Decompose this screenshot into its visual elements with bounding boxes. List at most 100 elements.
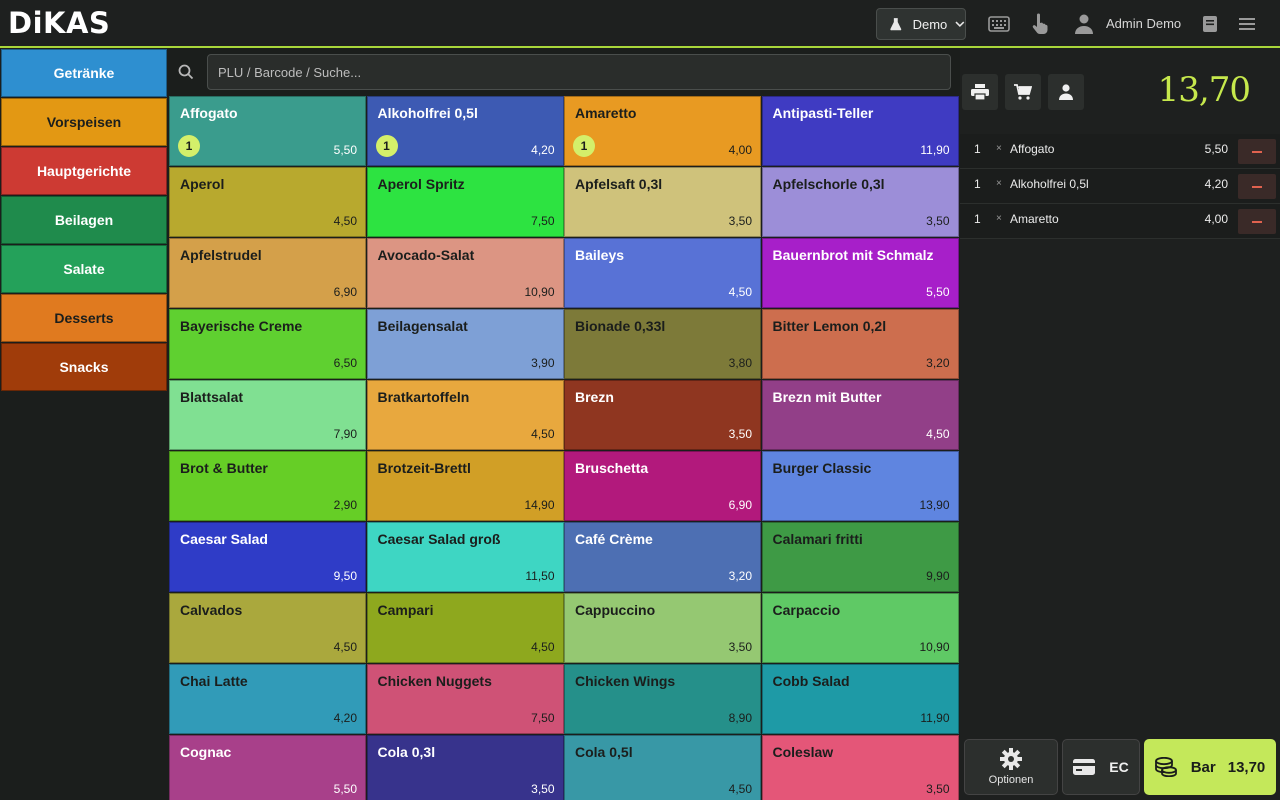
- product-tile[interactable]: Amaretto 4,00 1: [564, 96, 761, 166]
- product-tile[interactable]: Cola 0,5l 4,50: [564, 735, 761, 800]
- coins-icon: [1154, 757, 1177, 777]
- product-tile[interactable]: Bitter Lemon 0,2l 3,20: [761, 309, 959, 379]
- product-name: Avocado-Salat: [377, 247, 475, 263]
- product-tile[interactable]: Chicken Wings 8,90: [564, 664, 761, 734]
- ec-payment-button[interactable]: EC: [1062, 739, 1140, 795]
- customer-button[interactable]: [1048, 74, 1084, 110]
- item-price: 4,20: [1204, 177, 1228, 191]
- product-name: Bruschetta: [575, 460, 649, 476]
- product-tile[interactable]: Apfelschorle 0,3l 3,50: [761, 167, 959, 237]
- product-tile[interactable]: Calvados 4,50: [169, 593, 366, 663]
- product-tile[interactable]: Coleslaw 3,50: [761, 735, 959, 800]
- product-price: 13,90: [919, 498, 950, 512]
- product-tile[interactable]: Bratkartoffeln 4,50: [366, 380, 564, 450]
- order-item[interactable]: 1 × Affogato 5,50: [960, 134, 1280, 169]
- remove-item-button[interactable]: [1238, 209, 1276, 234]
- category-hauptgerichte[interactable]: Hauptgerichte: [1, 147, 167, 195]
- product-price: 3,50: [728, 214, 752, 228]
- product-tile[interactable]: Affogato 5,50 1: [169, 96, 366, 166]
- product-tile[interactable]: Cognac 5,50: [169, 735, 366, 800]
- remove-item-button[interactable]: [1238, 139, 1276, 164]
- product-price: 14,90: [524, 498, 555, 512]
- product-name: Coleslaw: [772, 744, 834, 760]
- product-tile[interactable]: Bayerische Creme 6,50: [169, 309, 366, 379]
- product-name: Bratkartoffeln: [377, 389, 470, 405]
- cart-button[interactable]: [1005, 74, 1041, 110]
- product-tile[interactable]: Beilagensalat 3,90: [366, 309, 564, 379]
- product-tile[interactable]: Brotzeit-Brettl 14,90: [366, 451, 564, 521]
- category-beilagen[interactable]: Beilagen: [1, 196, 167, 244]
- product-name: Caesar Salad: [180, 531, 268, 547]
- product-tile[interactable]: Bauernbrot mit Schmalz 5,50: [761, 238, 959, 308]
- product-name: Aperol Spritz: [377, 176, 465, 192]
- menu-icon[interactable]: [1235, 12, 1259, 36]
- demo-mode-dropdown[interactable]: Demo: [876, 8, 966, 40]
- product-tile[interactable]: Café Crème 3,20: [564, 522, 761, 592]
- product-tile[interactable]: Chicken Nuggets 7,50: [366, 664, 564, 734]
- product-tile[interactable]: Baileys 4,50: [564, 238, 761, 308]
- book-icon[interactable]: [1198, 12, 1222, 36]
- product-tile[interactable]: Aperol 4,50: [169, 167, 366, 237]
- product-price: 7,50: [531, 711, 555, 725]
- order-item[interactable]: 1 × Amaretto 4,00: [960, 204, 1280, 239]
- category-snacks[interactable]: Snacks: [1, 343, 167, 391]
- product-price: 4,50: [531, 427, 555, 441]
- category-getraenke[interactable]: Getränke: [1, 49, 167, 97]
- product-name: Apfelstrudel: [180, 247, 262, 263]
- product-price: 3,50: [531, 782, 555, 796]
- cash-amount: 13,70: [1227, 758, 1266, 776]
- product-tile[interactable]: Aperol Spritz 7,50: [366, 167, 564, 237]
- credit-card-icon: [1073, 759, 1096, 775]
- product-tile[interactable]: Cola 0,3l 3,50: [366, 735, 564, 800]
- product-price: 5,50: [333, 143, 357, 157]
- remove-item-button[interactable]: [1238, 174, 1276, 199]
- product-tile[interactable]: Brezn mit Butter 4,50: [761, 380, 959, 450]
- product-price: 4,20: [333, 711, 357, 725]
- item-quantity: 1: [974, 142, 981, 156]
- product-tile[interactable]: Calamari fritti 9,90: [761, 522, 959, 592]
- product-price: 7,50: [531, 214, 555, 228]
- print-button[interactable]: [962, 74, 998, 110]
- product-tile[interactable]: Brezn 3,50: [564, 380, 761, 450]
- product-tile[interactable]: Apfelstrudel 6,90: [169, 238, 366, 308]
- product-tile[interactable]: Cappuccino 3,50: [564, 593, 761, 663]
- search-input[interactable]: [207, 54, 951, 90]
- category-salate[interactable]: Salate: [1, 245, 167, 293]
- options-button[interactable]: Optionen: [964, 739, 1058, 795]
- order-item[interactable]: 1 × Alkoholfrei 0,5l 4,20: [960, 169, 1280, 204]
- product-tile[interactable]: Avocado-Salat 10,90: [366, 238, 564, 308]
- product-tile[interactable]: Bionade 0,33l 3,80: [564, 309, 761, 379]
- product-tile[interactable]: Burger Classic 13,90: [761, 451, 959, 521]
- user-icon[interactable]: [1072, 12, 1096, 36]
- product-name: Brot & Butter: [180, 460, 268, 476]
- cash-label: Bar: [1190, 758, 1216, 776]
- product-tile[interactable]: Brot & Butter 2,90: [169, 451, 366, 521]
- item-name: Amaretto: [1010, 212, 1059, 226]
- product-tile[interactable]: Blattsalat 7,90: [169, 380, 366, 450]
- product-tile[interactable]: Caesar Salad 9,50: [169, 522, 366, 592]
- chevron-down-icon: [955, 21, 965, 28]
- user-name[interactable]: Admin Demo: [1106, 16, 1181, 31]
- product-name: Apfelsaft 0,3l: [575, 176, 663, 192]
- category-desserts[interactable]: Desserts: [1, 294, 167, 342]
- product-tile[interactable]: Alkoholfrei 0,5l 4,20 1: [366, 96, 564, 166]
- product-tile[interactable]: Bruschetta 6,90: [564, 451, 761, 521]
- product-tile[interactable]: Campari 4,50: [366, 593, 564, 663]
- product-tile[interactable]: Chai Latte 4,20: [169, 664, 366, 734]
- category-vorspeisen[interactable]: Vorspeisen: [1, 98, 167, 146]
- product-tile[interactable]: Carpaccio 10,90: [761, 593, 959, 663]
- product-price: 4,00: [728, 143, 752, 157]
- pointer-hand-icon[interactable]: [1028, 12, 1052, 36]
- item-price: 4,00: [1204, 212, 1228, 226]
- product-tile[interactable]: Antipasti-Teller 11,90: [761, 96, 959, 166]
- product-price: 6,50: [333, 356, 357, 370]
- product-tile[interactable]: Caesar Salad groß 11,50: [366, 522, 564, 592]
- product-tile[interactable]: Cobb Salad 11,90: [761, 664, 959, 734]
- keyboard-icon[interactable]: [987, 12, 1011, 36]
- product-name: Cola 0,3l: [377, 744, 436, 760]
- product-name: Alkoholfrei 0,5l: [377, 105, 478, 121]
- product-price: 4,50: [728, 285, 752, 299]
- quantity-badge: 1: [375, 135, 398, 157]
- cash-payment-button[interactable]: Bar 13,70: [1144, 739, 1276, 795]
- product-tile[interactable]: Apfelsaft 0,3l 3,50: [564, 167, 761, 237]
